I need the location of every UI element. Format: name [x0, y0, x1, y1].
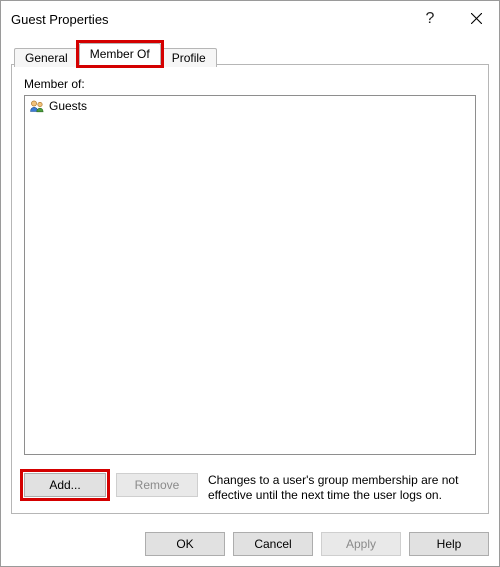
apply-button-label: Apply	[346, 537, 376, 551]
help-button[interactable]: ?	[407, 1, 453, 37]
panel-actions: Add... Remove	[24, 473, 198, 497]
add-button-label: Add...	[49, 478, 80, 492]
close-icon	[471, 11, 482, 27]
tabstrip: General Member Of Profile	[11, 43, 489, 65]
membership-note: Changes to a user's group membership are…	[208, 473, 476, 503]
help-icon: ?	[426, 10, 435, 28]
group-icon	[29, 98, 45, 114]
client-area: General Member Of Profile Member of:	[1, 37, 499, 524]
ok-button[interactable]: OK	[145, 532, 225, 556]
remove-button: Remove	[116, 473, 198, 497]
ok-button-label: OK	[176, 537, 193, 551]
window-title: Guest Properties	[11, 12, 407, 27]
add-button[interactable]: Add...	[24, 473, 106, 497]
tabpanel-member-of: Member of: Guests	[11, 64, 489, 514]
tab-profile[interactable]: Profile	[161, 48, 217, 67]
remove-button-label: Remove	[135, 478, 180, 492]
cancel-button[interactable]: Cancel	[233, 532, 313, 556]
tab-general-label: General	[25, 51, 68, 65]
apply-button: Apply	[321, 532, 401, 556]
help-dialog-button-label: Help	[437, 537, 462, 551]
member-of-listbox[interactable]: Guests	[24, 95, 476, 455]
dialog-buttons: OK Cancel Apply Help	[1, 524, 499, 566]
member-of-label: Member of:	[24, 77, 476, 91]
tab-member-of[interactable]: Member Of	[79, 43, 161, 65]
list-item[interactable]: Guests	[25, 96, 475, 116]
tab-profile-label: Profile	[172, 51, 206, 65]
panel-bottom-row: Add... Remove Changes to a user's group …	[24, 473, 476, 503]
help-dialog-button[interactable]: Help	[409, 532, 489, 556]
titlebar: Guest Properties ?	[1, 1, 499, 37]
close-button[interactable]	[453, 1, 499, 37]
list-item-label: Guests	[49, 99, 87, 113]
tab-member-of-label: Member Of	[90, 47, 150, 61]
guest-properties-dialog: Guest Properties ? General Member Of Pro…	[0, 0, 500, 567]
titlebar-buttons: ?	[407, 1, 499, 37]
cancel-button-label: Cancel	[254, 537, 291, 551]
tab-general[interactable]: General	[14, 48, 79, 67]
